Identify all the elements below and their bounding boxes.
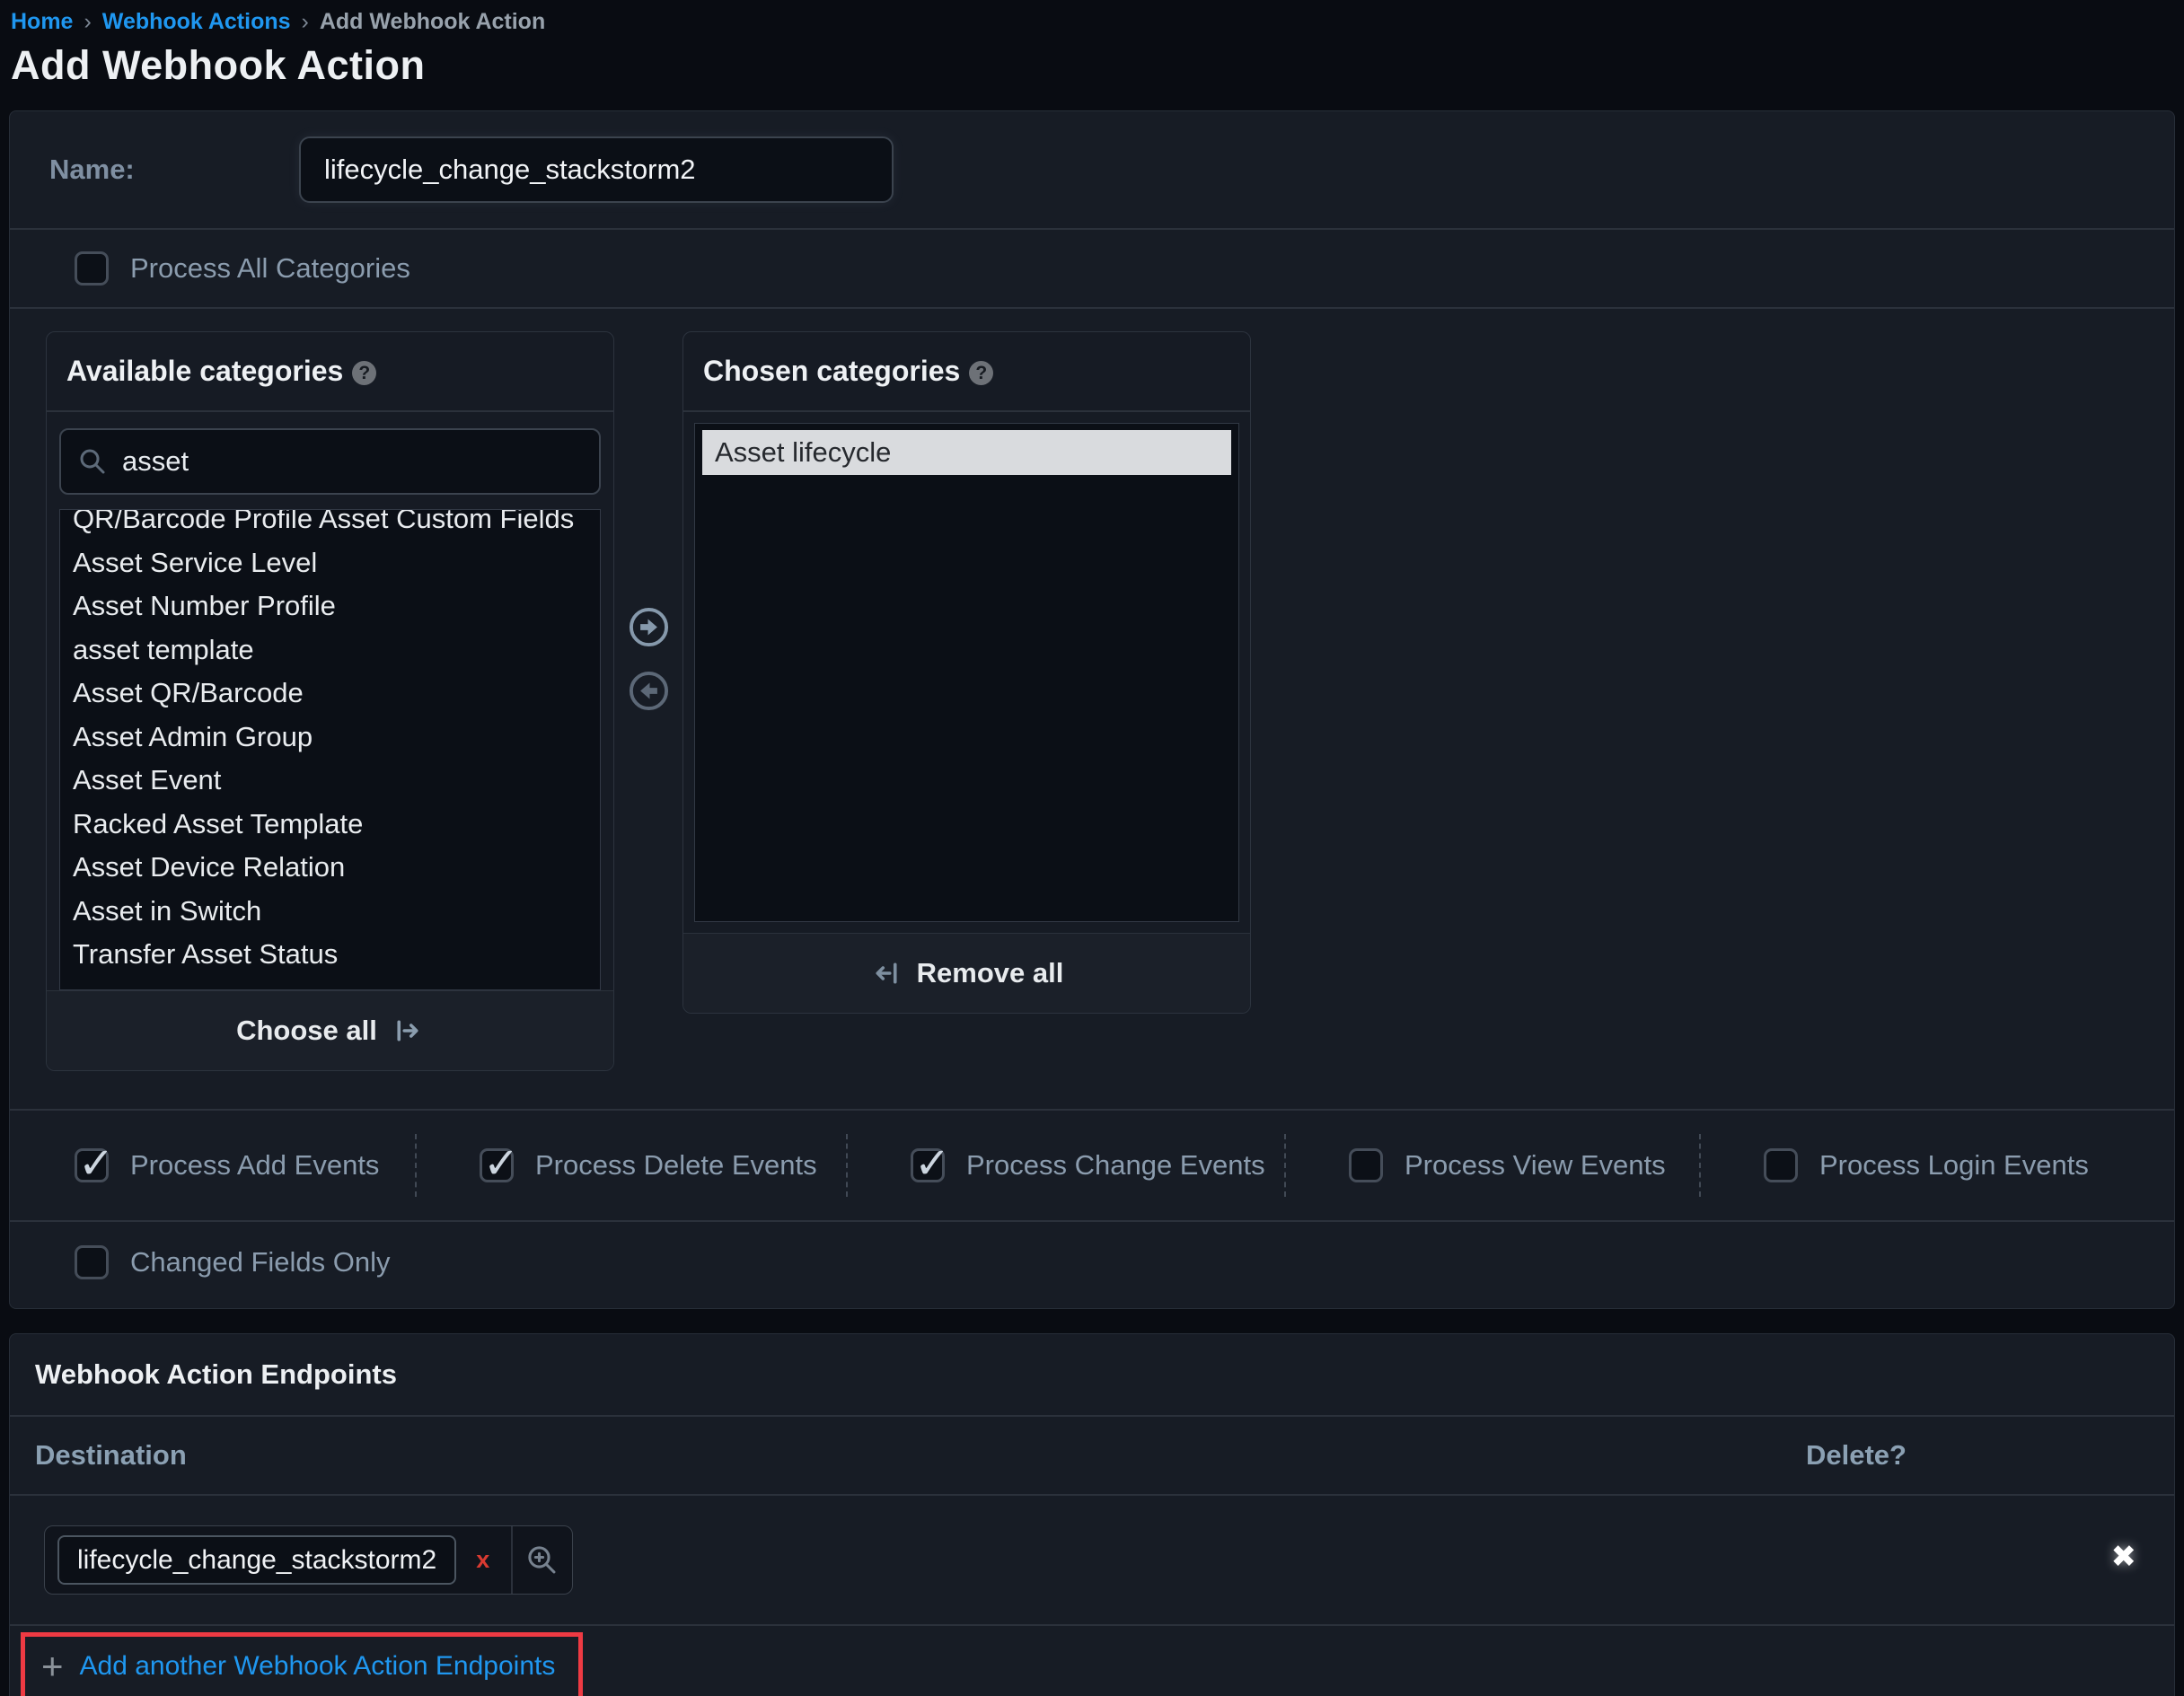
choose-all-arrow-icon xyxy=(392,1015,424,1047)
breadcrumb-separator-icon: › xyxy=(84,9,91,35)
category-option[interactable]: Transfer Asset Status xyxy=(73,933,600,977)
process-event-option: Process Delete Events xyxy=(415,1134,846,1197)
category-mover-buttons xyxy=(614,606,682,712)
changed-fields-checkbox[interactable] xyxy=(75,1245,109,1279)
breadcrumb-current: Add Webhook Action xyxy=(320,9,545,35)
process-event-checkbox[interactable] xyxy=(1764,1148,1798,1182)
zoom-in-icon xyxy=(524,1542,560,1578)
process-all-categories-label: Process All Categories xyxy=(130,252,410,285)
webhook-form-card: Name: Process All Categories Available c… xyxy=(9,110,2175,1309)
move-right-button[interactable] xyxy=(628,606,670,648)
category-option[interactable]: Asset Service Level xyxy=(73,541,600,585)
process-event-label: Process Login Events xyxy=(1819,1149,2089,1182)
category-option[interactable]: Asset in Switch xyxy=(73,890,600,934)
endpoints-footer: + Add another Webhook Action Endpoints xyxy=(10,1626,2174,1696)
remove-all-button[interactable]: Remove all xyxy=(683,933,1250,1013)
category-search-input[interactable] xyxy=(122,445,583,478)
page-title: Add Webhook Action xyxy=(0,35,2184,89)
categories-selector: Available categories ? QR/Barcode Profil… xyxy=(10,309,2174,1109)
endpoints-title-row: Webhook Action Endpoints xyxy=(10,1334,2174,1415)
delete-endpoint-icon[interactable]: ✖ xyxy=(2111,1539,2137,1575)
process-all-categories-checkbox[interactable] xyxy=(75,251,109,286)
choose-all-label: Choose all xyxy=(236,1015,377,1047)
available-categories-panel: Available categories ? QR/Barcode Profil… xyxy=(46,331,614,1071)
endpoint-destination-select: lifecycle_change_stackstorm2 x xyxy=(44,1525,573,1595)
remove-all-label: Remove all xyxy=(917,957,1064,989)
changed-fields-row: Changed Fields Only xyxy=(10,1222,2174,1308)
breadcrumb: Home › Webhook Actions › Add Webhook Act… xyxy=(0,0,2184,35)
available-categories-header: Available categories ? xyxy=(47,332,613,412)
endpoints-table-header: Destination Delete? xyxy=(10,1417,2174,1494)
category-option[interactable]: Asset Number Profile xyxy=(73,584,600,628)
process-event-option: Process View Events xyxy=(1284,1134,1699,1197)
destination-column-header: Destination xyxy=(35,1439,187,1471)
process-event-label: Process View Events xyxy=(1405,1149,1666,1182)
process-event-option: Process Add Events xyxy=(10,1134,415,1197)
chosen-categories-title: Chosen categories xyxy=(703,355,960,388)
help-icon[interactable]: ? xyxy=(352,361,376,385)
process-event-option: Process Change Events xyxy=(846,1134,1284,1197)
endpoint-lookup-button[interactable] xyxy=(513,1526,572,1594)
process-event-checkbox[interactable] xyxy=(480,1148,514,1182)
remove-all-arrow-icon xyxy=(870,957,903,989)
help-icon[interactable]: ? xyxy=(969,361,993,385)
category-option[interactable]: QR/Barcode Profile Asset Custom Fields xyxy=(73,509,600,541)
name-row: Name: xyxy=(10,111,2174,228)
available-categories-title: Available categories xyxy=(66,355,343,388)
webhook-endpoints-card: Webhook Action Endpoints Destination Del… xyxy=(9,1333,2175,1696)
name-label: Name: xyxy=(49,154,299,186)
category-option[interactable]: Asset Device Relation xyxy=(73,846,600,890)
changed-fields-label: Changed Fields Only xyxy=(130,1246,391,1279)
process-event-option: Process Login Events xyxy=(1699,1134,2174,1197)
category-option[interactable]: Asset QR/Barcode xyxy=(73,672,600,716)
chosen-categories-panel: Chosen categories ? Asset lifecycle Remo… xyxy=(682,331,1251,1014)
category-option[interactable]: Racked Asset Template xyxy=(73,803,600,847)
process-events-row: Process Add Events Process Delete Events… xyxy=(10,1111,2174,1220)
available-categories-body: QR/Barcode Profile Asset Custom FieldsAs… xyxy=(47,412,613,990)
category-option[interactable]: asset template xyxy=(73,628,600,672)
category-option[interactable]: Asset Admin Group xyxy=(73,716,600,760)
endpoints-section-title: Webhook Action Endpoints xyxy=(35,1358,397,1390)
chip-remove-icon[interactable]: x xyxy=(476,1546,489,1574)
breadcrumb-separator-icon: › xyxy=(302,9,309,35)
choose-all-button[interactable]: Choose all xyxy=(47,990,613,1070)
delete-column-header: Delete? xyxy=(1806,1439,1907,1472)
process-event-label: Process Add Events xyxy=(130,1149,379,1182)
chosen-category-selected[interactable]: Asset lifecycle xyxy=(702,430,1231,475)
add-endpoint-link[interactable]: + Add another Webhook Action Endpoints xyxy=(25,1637,578,1696)
annotation-highlight-box: + Add another Webhook Action Endpoints xyxy=(21,1632,583,1696)
category-search-box xyxy=(59,428,601,495)
chosen-categories-list[interactable]: Asset lifecycle xyxy=(694,423,1239,922)
move-left-button[interactable] xyxy=(628,670,670,712)
breadcrumb-webhook-actions-link[interactable]: Webhook Actions xyxy=(102,9,291,35)
endpoint-row: lifecycle_change_stackstorm2 x ✖ xyxy=(10,1496,2174,1624)
available-categories-list[interactable]: QR/Barcode Profile Asset Custom FieldsAs… xyxy=(59,509,601,990)
chosen-categories-header: Chosen categories ? xyxy=(683,332,1250,412)
process-event-label: Process Delete Events xyxy=(535,1149,817,1182)
process-event-checkbox[interactable] xyxy=(911,1148,945,1182)
process-all-categories-row: Process All Categories xyxy=(10,230,2174,307)
search-icon xyxy=(77,446,108,477)
breadcrumb-home-link[interactable]: Home xyxy=(11,9,73,35)
plus-icon: + xyxy=(41,1651,64,1682)
process-event-checkbox[interactable] xyxy=(75,1148,109,1182)
process-event-label: Process Change Events xyxy=(966,1149,1265,1182)
name-input[interactable] xyxy=(299,136,894,203)
add-endpoint-label: Add another Webhook Action Endpoints xyxy=(80,1651,556,1682)
category-option[interactable]: Asset Event xyxy=(73,759,600,803)
process-event-checkbox[interactable] xyxy=(1349,1148,1383,1182)
endpoint-destination-value[interactable]: lifecycle_change_stackstorm2 xyxy=(57,1535,456,1585)
